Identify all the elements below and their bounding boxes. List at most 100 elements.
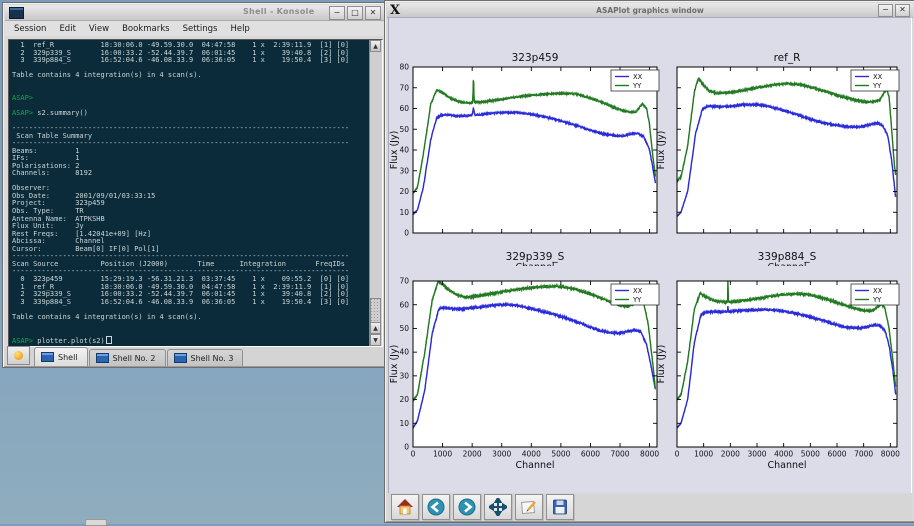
tab-shell-no-3[interactable]: Shell No. 3 bbox=[167, 349, 244, 366]
svg-text:XX: XX bbox=[633, 73, 643, 81]
scroll-up-icon[interactable]: ▲ bbox=[370, 40, 381, 52]
svg-text:40: 40 bbox=[399, 348, 409, 357]
svg-text:0: 0 bbox=[675, 450, 680, 459]
asaplot-close-button[interactable]: ✕ bbox=[895, 4, 910, 17]
tab-label: Shell bbox=[58, 353, 78, 362]
asaplot-title: ASAPlot graphics window bbox=[387, 6, 913, 15]
terminal-line: ASAP> bbox=[12, 95, 382, 103]
menu-item-help[interactable]: Help bbox=[230, 24, 249, 34]
svg-text:YY: YY bbox=[632, 296, 642, 304]
svg-text:7000: 7000 bbox=[854, 450, 873, 459]
subplot-title: ref_R bbox=[774, 52, 801, 64]
subplot-339p884_S: 010002000300040005000600070008000339p884… bbox=[656, 251, 900, 471]
menu-item-edit[interactable]: Edit bbox=[59, 24, 75, 34]
plot-canvas[interactable]: 01020304050607080323p459ChannelFlux (Jy)… bbox=[389, 18, 911, 494]
terminal-cursor bbox=[106, 336, 112, 344]
svg-text:4000: 4000 bbox=[522, 450, 541, 459]
save-button[interactable] bbox=[546, 494, 574, 520]
plot-toolbar bbox=[388, 493, 912, 520]
subplot-323p459: 01020304050607080323p459ChannelFlux (Jy)… bbox=[389, 52, 659, 273]
tab-shell[interactable]: Shell bbox=[34, 347, 88, 366]
svg-text:40: 40 bbox=[399, 146, 409, 155]
yaxis-label: Flux (Jy) bbox=[389, 345, 400, 384]
terminal-line: ASAP> s2.summary() bbox=[12, 110, 382, 118]
forward-icon bbox=[458, 498, 476, 516]
svg-text:2000: 2000 bbox=[463, 450, 482, 459]
yaxis-label: Flux (Jy) bbox=[389, 131, 400, 170]
svg-text:XX: XX bbox=[633, 287, 643, 295]
svg-text:70: 70 bbox=[399, 83, 409, 92]
svg-text:1000: 1000 bbox=[433, 450, 452, 459]
svg-text:0: 0 bbox=[411, 450, 416, 459]
home-button[interactable] bbox=[391, 494, 419, 520]
terminal-line: ASAP> plotter.plot(s2) bbox=[12, 336, 382, 346]
back-button[interactable] bbox=[422, 494, 450, 520]
xaxis-label: Channel bbox=[767, 460, 806, 471]
konsole-tabbar: Shell Shell No. 2Shell No. 3 bbox=[5, 347, 384, 366]
konsole-minimize-button[interactable]: − bbox=[329, 6, 345, 20]
asaplot-titlebar[interactable]: X ASAPlot graphics window −✕ bbox=[387, 3, 913, 18]
terminal[interactable]: 1 ref_R 18:30:06.0 -49.59.30.0 04:47:58 … bbox=[8, 39, 383, 347]
svg-text:YY: YY bbox=[872, 82, 882, 90]
asaplot-minimize-button[interactable]: − bbox=[878, 4, 893, 17]
plot-figure: 01020304050607080323p459ChannelFlux (Jy)… bbox=[388, 17, 912, 495]
shell-tab-icon bbox=[41, 352, 54, 362]
terminal-line bbox=[12, 80, 382, 88]
legend: XXYY bbox=[611, 284, 659, 305]
desktop: { "konsole": { "title": "Shell - Konsole… bbox=[0, 0, 914, 524]
yaxis-label: Flux (Jy) bbox=[656, 345, 667, 384]
terminal-line bbox=[12, 321, 382, 329]
terminal-scrollbar[interactable]: ▲ ▲ ▼ bbox=[369, 40, 382, 346]
pan-button[interactable] bbox=[484, 494, 512, 520]
svg-text:10: 10 bbox=[399, 208, 409, 217]
menu-item-session[interactable]: Session bbox=[14, 24, 46, 34]
konsole-title: Shell - Konsole bbox=[243, 7, 314, 16]
svg-text:30: 30 bbox=[399, 371, 409, 380]
svg-text:XX: XX bbox=[873, 287, 883, 295]
svg-text:60: 60 bbox=[399, 300, 409, 309]
menu-item-view[interactable]: View bbox=[89, 24, 109, 34]
xaxis-label: Channel bbox=[515, 460, 554, 471]
subplot-title: 339p884_S bbox=[758, 251, 817, 263]
svg-text:4000: 4000 bbox=[774, 450, 793, 459]
svg-text:5000: 5000 bbox=[551, 450, 570, 459]
svg-text:0: 0 bbox=[404, 443, 409, 452]
svg-text:5000: 5000 bbox=[801, 450, 820, 459]
yaxis-label: Flux (Jy) bbox=[656, 131, 667, 170]
pan-icon bbox=[489, 498, 507, 516]
shell-tab-icon bbox=[174, 353, 187, 363]
svg-text:3000: 3000 bbox=[747, 450, 766, 459]
konsole-close-button[interactable]: ✕ bbox=[365, 6, 381, 20]
konsole-menubar: Session Edit View Bookmarks Settings Help bbox=[5, 21, 384, 36]
edit-icon bbox=[520, 498, 538, 516]
new-session-button[interactable] bbox=[7, 346, 30, 365]
subplot-ref_R: ref_R Channel Flux (Jy) XXYY bbox=[656, 52, 899, 273]
back-icon bbox=[427, 498, 445, 516]
svg-text:1000: 1000 bbox=[694, 450, 713, 459]
svg-text:6000: 6000 bbox=[581, 450, 600, 459]
terminal-line bbox=[12, 329, 382, 337]
svg-text:8000: 8000 bbox=[881, 450, 900, 459]
tab-shell-no-2[interactable]: Shell No. 2 bbox=[89, 349, 166, 366]
konsole-maximize-button[interactable]: □ bbox=[347, 6, 363, 20]
legend: XXYY bbox=[851, 70, 899, 91]
konsole-window: Shell - Konsole −□✕ Session Edit View Bookm… bbox=[2, 2, 387, 368]
terminal-line: Table contains 4 integration(s) in 4 sca… bbox=[12, 314, 382, 322]
scroll-down-icon[interactable]: ▼ bbox=[370, 334, 381, 346]
svg-text:2000: 2000 bbox=[721, 450, 740, 459]
xaxis-label-clipped: Channel bbox=[767, 262, 806, 273]
home-icon bbox=[396, 498, 414, 516]
konsole-titlebar[interactable]: Shell - Konsole −□✕ bbox=[5, 5, 384, 21]
menu-item-bookmarks[interactable]: Bookmarks bbox=[122, 24, 170, 34]
svg-text:50: 50 bbox=[399, 125, 409, 134]
menu-item-settings[interactable]: Settings bbox=[183, 24, 218, 34]
scroll-up2-icon[interactable]: ▲ bbox=[370, 322, 381, 334]
forward-button[interactable] bbox=[453, 494, 481, 520]
new-session-icon bbox=[14, 351, 23, 360]
svg-text:XX: XX bbox=[873, 73, 883, 81]
svg-text:70: 70 bbox=[399, 277, 409, 286]
svg-text:8000: 8000 bbox=[640, 450, 659, 459]
asaplot-window: X ASAPlot graphics window −✕ 01020304050… bbox=[384, 0, 914, 523]
edit-button[interactable] bbox=[515, 494, 543, 520]
terminal-line bbox=[12, 178, 382, 186]
